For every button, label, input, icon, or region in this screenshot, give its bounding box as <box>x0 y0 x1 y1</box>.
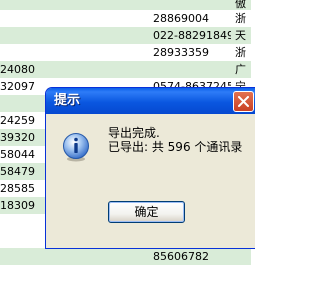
table-cell <box>0 231 40 248</box>
dialog-message-line2: 已导出: 共 596 个通讯录 <box>108 140 243 154</box>
table-cell <box>0 44 40 61</box>
ok-button[interactable]: 确定 <box>108 201 185 223</box>
dialog-title: 提示 <box>54 93 81 108</box>
table-cell <box>0 10 40 27</box>
table-cell: 58479 <box>0 165 35 178</box>
message-dialog: 提示 导出完成. 已导出: 共 596 个通讯录 确定 <box>45 87 255 249</box>
table-row[interactable]: 28869004 浙 <box>0 10 251 27</box>
table-row[interactable]: 022-88291849 天 <box>0 27 251 44</box>
table-cell <box>0 27 40 44</box>
table-cell: 022-88291849 <box>153 29 231 42</box>
table-cell: 浙 <box>235 46 246 59</box>
table-cell <box>235 265 251 282</box>
table-cell: 24080 <box>0 63 35 76</box>
table-cell: 28585 <box>0 182 35 195</box>
table-cell <box>0 248 40 265</box>
table-cell: 28869004 <box>153 12 209 25</box>
table-row[interactable]: 24080 广 <box>0 61 251 78</box>
table-cell: 85606782 <box>153 250 209 263</box>
table-row[interactable]: 28933359 浙 <box>0 44 251 61</box>
table-cell: 天 <box>235 29 246 42</box>
dialog-titlebar[interactable]: 提示 <box>46 88 255 114</box>
table-cell: 32097 <box>0 80 35 93</box>
table-cell: 39320 <box>0 131 35 144</box>
table-row[interactable] <box>0 265 251 282</box>
table-cell: 18309 <box>0 199 35 212</box>
table-cell <box>153 265 231 282</box>
table-cell <box>0 265 40 282</box>
table-cell <box>153 61 231 78</box>
table-cell: 24259 <box>0 114 35 127</box>
table-cell: 58044 <box>0 148 35 161</box>
info-icon <box>63 133 89 162</box>
close-button[interactable] <box>233 91 254 112</box>
table-cell: 广 <box>235 63 246 76</box>
table-cell: 28933359 <box>153 46 209 59</box>
table-cell: 浙 <box>235 12 246 25</box>
table-cell <box>235 248 251 265</box>
table-row[interactable]: 85606782 <box>0 248 251 265</box>
dialog-message-line1: 导出完成. <box>108 126 160 140</box>
table-cell <box>0 95 40 112</box>
close-icon <box>238 96 249 107</box>
